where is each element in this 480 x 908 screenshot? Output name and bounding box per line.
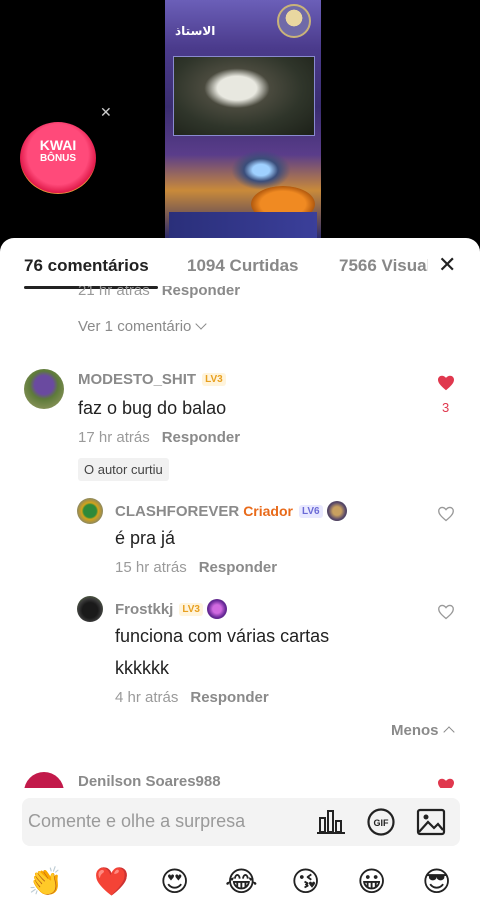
emoji-heart-eyes[interactable]: 😍 [160, 866, 189, 898]
reply-text-line-1: funciona com várias cartas [115, 626, 330, 646]
tab-likes[interactable]: 1094 Curtidas [187, 256, 299, 276]
reply-button[interactable]: Responder [190, 689, 268, 706]
comment-input[interactable] [26, 810, 310, 833]
emoji-clap[interactable]: 👏 [28, 866, 63, 898]
bonus-label-1: KWAI [39, 137, 77, 153]
kwai-bonus-button[interactable]: KWAI BÔNUS [20, 122, 96, 194]
reply-text: é pra já [115, 528, 176, 548]
reply-username[interactable]: CLASHFOREVER Criador LV6 [115, 501, 347, 521]
video-thumbnail[interactable]: الاستاذ [165, 0, 321, 238]
view-more-label: Ver 1 comentário [78, 318, 192, 335]
author-liked-badge: O autor curtiu [78, 458, 169, 481]
video-figure [231, 150, 291, 190]
username-text: CLASHFOREVER [115, 503, 240, 520]
close-icon[interactable]: ✕ [438, 252, 456, 278]
comment-username[interactable]: MODESTO_SHIT LV3 [78, 371, 226, 388]
gif-label: GIF [374, 818, 390, 828]
emoji-quick-bar: 👏 ❤️ 😍 😂 😘 😀 😎 [0, 862, 480, 902]
time-label: 21 hr atrás [78, 286, 150, 299]
comment-meta: 17 hr atrás Responder [78, 429, 240, 446]
video-cards [169, 212, 317, 238]
emoji-grin[interactable]: 😀 [357, 866, 386, 898]
chevron-down-icon [195, 318, 208, 330]
reply-meta: 15 hr atrás Responder [115, 559, 277, 576]
creator-label: Criador [243, 503, 293, 519]
video-photo [173, 56, 315, 136]
previous-comment-meta: 21 hr atrás Responder [78, 286, 240, 300]
tab-comments[interactable]: 76 comentários [24, 256, 149, 276]
bonus-label-2: BÔNUS [39, 153, 77, 164]
avatar[interactable] [77, 498, 103, 524]
level-badge: LV6 [298, 505, 323, 518]
gif-icon[interactable]: GIF [366, 808, 396, 836]
image-icon[interactable] [416, 808, 446, 836]
emoji-kiss[interactable]: 😘 [291, 866, 320, 898]
video-avatar [277, 4, 311, 38]
reply-button[interactable]: Responder [199, 559, 277, 576]
level-badge: LV3 [179, 603, 203, 616]
emoji-sunglasses[interactable]: 😎 [422, 866, 451, 898]
comments-sheet: 76 comentários 1094 Curtidas 7566 Visual… [0, 238, 480, 908]
chevron-up-icon [442, 726, 455, 738]
view-more-replies[interactable]: Ver 1 comentário [78, 318, 208, 335]
badge-avatar [326, 501, 347, 521]
badge-avatar [206, 599, 227, 619]
like-count: 3 [442, 400, 450, 415]
comment-input-bar: GIF [22, 798, 460, 846]
time-label: 4 hr atrás [115, 689, 179, 706]
emoji-heart[interactable]: ❤️ [94, 866, 129, 898]
avatar[interactable] [77, 596, 103, 622]
reply-button[interactable]: Responder [162, 286, 240, 299]
less-label: Menos [391, 722, 439, 739]
reply-username[interactable]: Frostkkj LV3 [115, 599, 227, 619]
poll-icon[interactable] [316, 808, 346, 836]
collapse-replies-button[interactable]: Menos [391, 722, 455, 739]
emoji-laugh[interactable]: 😂 [225, 866, 258, 898]
close-bonus-icon[interactable]: ✕ [100, 104, 112, 121]
video-area[interactable]: الاستاذ ✕ KWAI BÔNUS [0, 0, 480, 250]
username-text: Frostkkj [115, 601, 174, 618]
tab-bar: 76 comentários 1094 Curtidas 7566 Visual… [0, 238, 480, 290]
video-overlay-text: الاستاذ [175, 24, 216, 38]
time-label: 17 hr atrás [78, 429, 150, 446]
avatar[interactable] [24, 369, 64, 409]
reply-text-line-2: kkkkkk [115, 658, 169, 678]
tab-views[interactable]: 7566 Visualizações [339, 256, 428, 276]
comment-text: faz o bug do balao [78, 398, 227, 418]
heart-filled-icon[interactable] [437, 375, 455, 391]
reply-button[interactable]: Responder [162, 429, 240, 446]
time-label: 15 hr atrás [115, 559, 187, 576]
heart-outline-icon[interactable] [437, 604, 455, 620]
username-text: MODESTO_SHIT [78, 371, 197, 388]
reply-meta: 4 hr atrás Responder [115, 689, 269, 706]
heart-outline-icon[interactable] [437, 506, 455, 522]
level-badge: LV3 [202, 373, 226, 386]
